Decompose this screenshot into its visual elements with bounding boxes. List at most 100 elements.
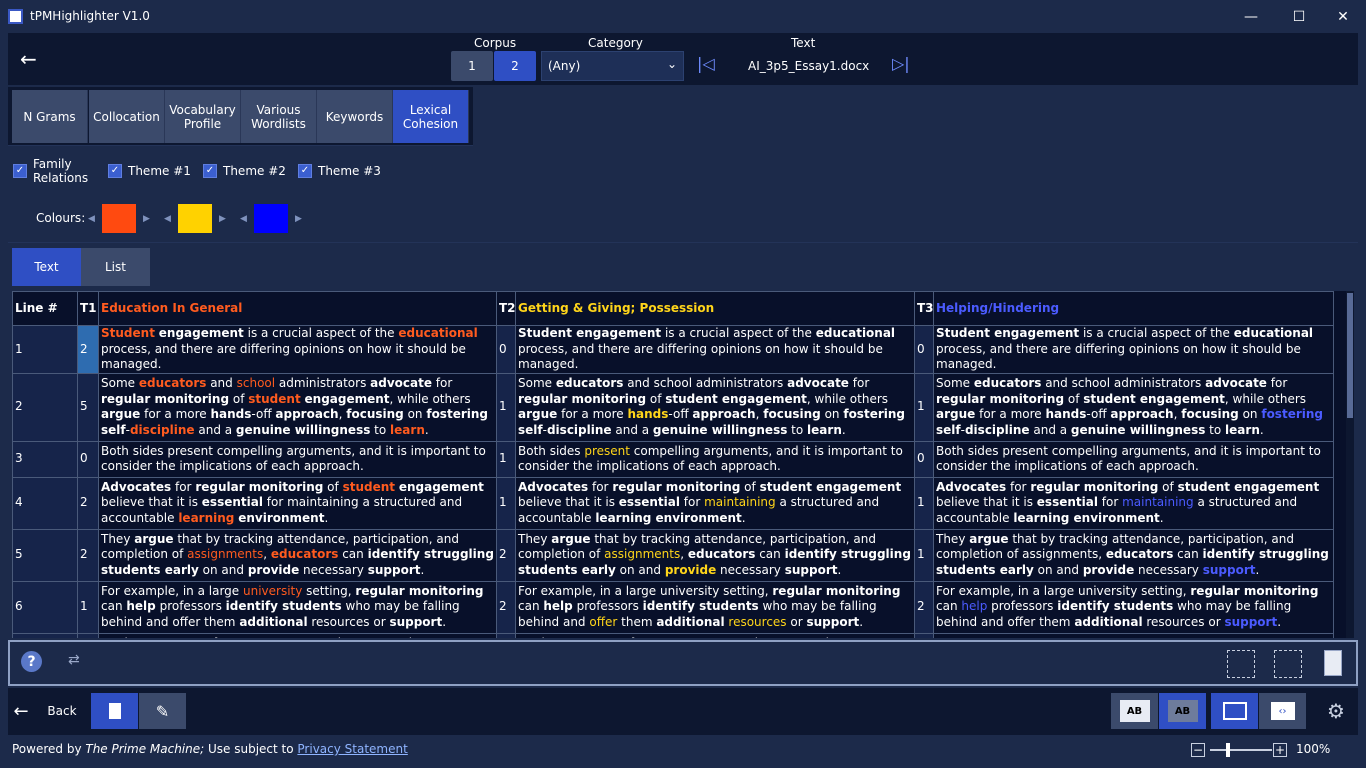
table-row[interactable]: 1 2 Student engagement is a crucial aspe… (12, 325, 1334, 374)
t2-count[interactable]: 2 (496, 580, 516, 634)
t3-text: Some educators and school administrators… (933, 372, 1334, 442)
zoom-slider[interactable] (1210, 749, 1272, 751)
help-icon[interactable]: ? (21, 651, 42, 672)
camera-icon[interactable] (1274, 650, 1302, 678)
t1-text: Advocates for regular monitoring of stud… (98, 476, 497, 530)
t2-count[interactable]: 1 (496, 476, 516, 530)
scrollbar-thumb[interactable] (1347, 293, 1353, 418)
t1-count[interactable]: 2 (77, 528, 99, 582)
t2-count[interactable]: 1 (496, 372, 516, 442)
t3-text: Advocates for regular monitoring of stud… (933, 476, 1334, 530)
t1-count[interactable]: 1 (77, 580, 99, 634)
t1-count[interactable]: 0 (77, 440, 99, 478)
col-header-t1-name[interactable]: Education In General (98, 291, 497, 326)
table-row[interactable]: 4 2 Advocates for regular monitoring of … (12, 476, 1334, 530)
colour1-swatch[interactable] (102, 204, 136, 233)
tab-various-wordlists[interactable]: Various Wordlists (241, 90, 317, 143)
tab-collocation[interactable]: Collocation (89, 90, 165, 143)
maximize-button[interactable]: ☐ (1276, 0, 1322, 33)
category-label: Category (588, 36, 643, 50)
col-header-t2-name[interactable]: Getting & Giving; Possession (515, 291, 915, 326)
table-row[interactable]: 6 1 For example, in a large university s… (12, 580, 1334, 634)
zoom-out-button[interactable]: − (1191, 743, 1205, 757)
t3-text: For example, in a large university setti… (933, 580, 1334, 634)
transfer-icon[interactable]: ⇄ (68, 652, 80, 668)
col-header-t3[interactable]: T3 (914, 291, 934, 326)
back-icon[interactable]: ← (12, 693, 30, 729)
theme3-checkbox[interactable]: ✓ Theme #3 (298, 164, 381, 178)
t3-count[interactable]: 1 (914, 372, 934, 442)
family-relations-checkbox[interactable]: ✓ Family Relations (13, 157, 93, 185)
t1-count[interactable]: 5 (77, 372, 99, 442)
t3-count[interactable]: 0 (914, 325, 934, 374)
t1-text: Furthermore, regular assessments such as… (98, 632, 497, 638)
t2-count[interactable]: 0 (496, 325, 516, 374)
t3-count[interactable]: 2 (914, 580, 934, 634)
ab-window-button[interactable]: AB (1111, 693, 1158, 729)
colour1-next-icon[interactable]: ▶ (143, 214, 150, 224)
close-button[interactable]: ✕ (1320, 0, 1366, 33)
t1-count[interactable]: 2 (77, 325, 99, 374)
table-row[interactable]: 2 5 Some educators and school administra… (12, 372, 1334, 442)
col-header-t3-name[interactable]: Helping/Hindering (933, 291, 1334, 326)
pencil-icon: ✎ (155, 701, 170, 721)
first-text-icon[interactable]: |◁ (697, 54, 715, 74)
table-row[interactable]: Furthermore, regular assessments such as… (12, 632, 1334, 638)
vertical-scrollbar[interactable] (1346, 291, 1354, 638)
colour2-prev-icon[interactable]: ◀ (164, 214, 171, 224)
zoom-slider-thumb[interactable] (1226, 743, 1230, 757)
tool-tabs: N Grams Collocation Vocabulary Profile V… (8, 87, 473, 146)
col-header-t2[interactable]: T2 (496, 291, 516, 326)
t2-count[interactable] (496, 632, 516, 638)
t3-count[interactable]: 0 (914, 440, 934, 478)
gear-icon[interactable]: ⚙ (1324, 693, 1348, 729)
theme2-checkbox[interactable]: ✓ Theme #2 (203, 164, 286, 178)
t1-count[interactable] (77, 632, 99, 638)
line-number: 1 (12, 325, 78, 374)
theme1-checkbox[interactable]: ✓ Theme #1 (108, 164, 191, 178)
back-arrow-icon[interactable]: ← (20, 47, 37, 71)
tab-keywords[interactable]: Keywords (317, 90, 393, 143)
colour1-prev-icon[interactable]: ◀ (88, 214, 95, 224)
colour2-next-icon[interactable]: ▶ (219, 214, 226, 224)
tab-list[interactable]: List (81, 248, 150, 286)
tab-n-grams[interactable]: N Grams (12, 90, 88, 143)
colour3-prev-icon[interactable]: ◀ (240, 214, 247, 224)
t1-count[interactable]: 2 (77, 476, 99, 530)
t3-count[interactable]: 1 (914, 528, 934, 582)
corpus-2-button[interactable]: 2 (494, 51, 536, 81)
tab-text[interactable]: Text (12, 248, 81, 286)
fullscreen-button[interactable] (1211, 693, 1258, 729)
screenshot-region-icon[interactable] (1227, 650, 1255, 678)
category-select[interactable]: (Any) ⌄ (541, 51, 684, 81)
t2-text: Some educators and school administrators… (515, 372, 915, 442)
document-view-button[interactable] (91, 693, 138, 729)
edit-view-button[interactable]: ✎ (139, 693, 186, 729)
tab-vocabulary-profile[interactable]: Vocabulary Profile (165, 90, 241, 143)
save-document-icon[interactable] (1324, 650, 1342, 676)
t3-count[interactable] (914, 632, 934, 638)
split-view-button[interactable]: ‹› (1259, 693, 1306, 729)
colour3-next-icon[interactable]: ▶ (295, 214, 302, 224)
line-number: 4 (12, 476, 78, 530)
line-number (12, 632, 78, 638)
t2-count[interactable]: 2 (496, 528, 516, 582)
table-row[interactable]: 5 2 They argue that by tracking attendan… (12, 528, 1334, 582)
tab-lexical-cohesion[interactable]: Lexical Cohesion (393, 90, 469, 143)
zoom-in-button[interactable]: + (1273, 743, 1287, 757)
colour3-swatch[interactable] (254, 204, 288, 233)
t3-count[interactable]: 1 (914, 476, 934, 530)
colour2-swatch[interactable] (178, 204, 212, 233)
col-header-line[interactable]: Line # (12, 291, 78, 326)
t2-count[interactable]: 1 (496, 440, 516, 478)
table-row[interactable]: 3 0 Both sides present compelling argume… (12, 440, 1334, 478)
col-header-t1[interactable]: T1 (77, 291, 99, 326)
ab-window-alt-button[interactable]: AB (1159, 693, 1206, 729)
title-bar: tPMHighlighter V1.0 — ☐ ✕ (0, 0, 1366, 33)
privacy-statement-link[interactable]: Privacy Statement (297, 742, 407, 756)
window-title: tPMHighlighter V1.0 (30, 9, 150, 23)
back-button[interactable]: Back (46, 693, 78, 729)
minimize-button[interactable]: — (1228, 0, 1274, 33)
corpus-1-button[interactable]: 1 (451, 51, 493, 81)
last-text-icon[interactable]: ▷| (892, 54, 910, 74)
